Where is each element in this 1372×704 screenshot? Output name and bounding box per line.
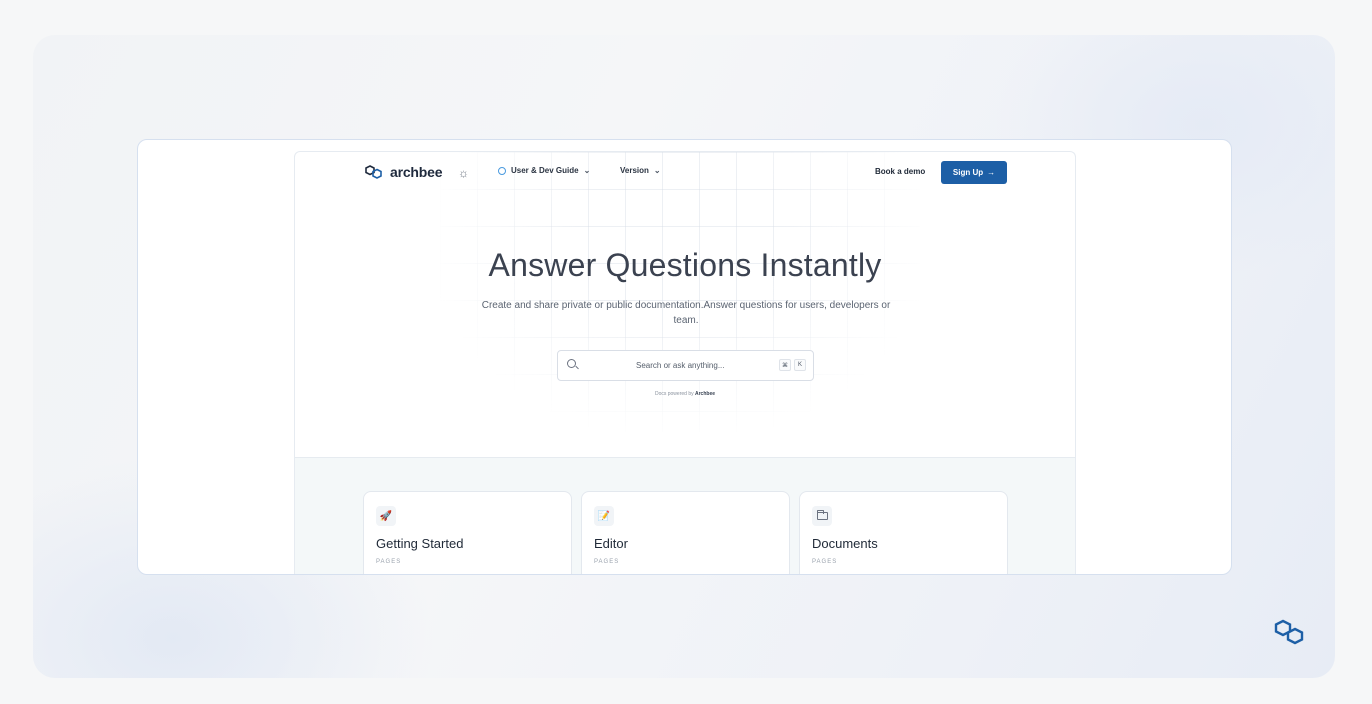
chevron-down-icon: ⌄ xyxy=(653,166,661,175)
version-label: Version xyxy=(620,166,649,175)
archbee-corner-logo-icon xyxy=(1274,619,1304,645)
card-subtitle: PAGES xyxy=(812,559,838,565)
sign-up-button[interactable]: Sign Up → xyxy=(941,161,1007,184)
powered-by-note[interactable]: Docs powered by Archbee xyxy=(295,391,1075,397)
guide-selector[interactable]: User & Dev Guide ⌄ xyxy=(498,166,590,175)
hero-subtitle: Create and share private or public docum… xyxy=(481,300,891,326)
top-nav: archbee ☼ User & Dev Guide ⌄ Version ⌄ B… xyxy=(295,152,1075,194)
command-key: ⌘ xyxy=(779,359,791,371)
card-subtitle: PAGES xyxy=(594,559,620,565)
docs-site: archbee ☼ User & Dev Guide ⌄ Version ⌄ B… xyxy=(294,151,1076,574)
folder-icon xyxy=(812,506,832,526)
hero-grid-decoration xyxy=(440,152,920,432)
browser-frame: archbee ☼ User & Dev Guide ⌄ Version ⌄ B… xyxy=(137,139,1232,575)
memo-icon: 📝 xyxy=(594,506,614,526)
card-subtitle: PAGES xyxy=(376,559,402,565)
arrow-right-icon: → xyxy=(987,168,996,177)
powered-brand: Archbee xyxy=(695,391,716,397)
hero-title: Answer Questions Instantly xyxy=(488,247,882,283)
card-getting-started[interactable]: 🚀 Getting Started PAGES xyxy=(363,491,572,574)
card-documents[interactable]: Documents PAGES xyxy=(799,491,1008,574)
book-demo-link[interactable]: Book a demo xyxy=(875,167,925,176)
archbee-logo[interactable]: archbee xyxy=(364,164,442,180)
card-title: Getting Started xyxy=(376,536,464,551)
card-editor[interactable]: 📝 Editor PAGES xyxy=(581,491,790,574)
search-icon xyxy=(567,359,576,368)
globe-icon xyxy=(498,166,506,175)
sun-icon[interactable]: ☼ xyxy=(458,166,469,180)
k-key: K xyxy=(794,359,806,371)
archbee-logo-icon xyxy=(365,165,382,179)
guide-label: User & Dev Guide xyxy=(511,166,579,175)
chevron-down-icon: ⌄ xyxy=(583,166,591,175)
rocket-icon: 🚀 xyxy=(376,506,396,526)
version-selector[interactable]: Version ⌄ xyxy=(620,166,661,175)
search-input[interactable]: Search or ask anything... ⌘ K xyxy=(557,350,814,381)
card-title: Documents xyxy=(812,536,878,551)
sign-up-label: Sign Up xyxy=(952,168,984,177)
brand-name: archbee xyxy=(390,164,443,180)
card-title: Editor xyxy=(594,536,628,551)
categories-section: 🚀 Getting Started PAGES 📝 Editor PAGES D… xyxy=(295,457,1075,574)
search-placeholder: Search or ask anything... xyxy=(636,361,725,370)
